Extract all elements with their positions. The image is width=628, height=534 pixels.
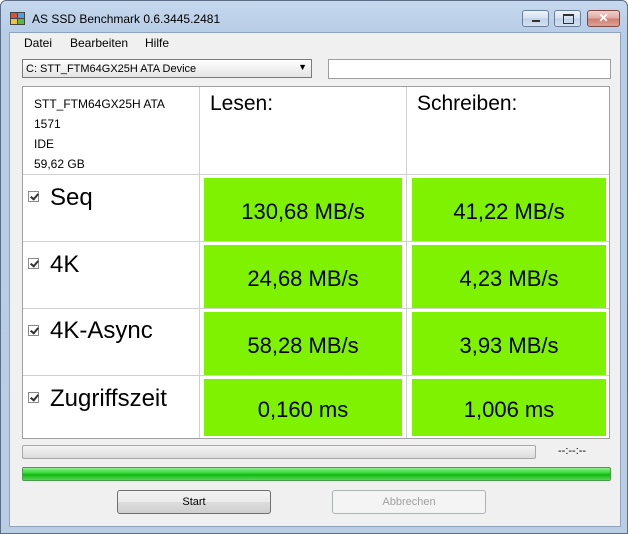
close-icon: ✕ [598,11,609,25]
title-bar[interactable]: AS SSD Benchmark 0.6.3445.2481 ✕ [1,1,627,35]
column-header-read: Lesen: [210,92,274,115]
result-4k-write: 4,23 MB/s [412,245,606,308]
checkbox-4k[interactable] [28,258,39,269]
app-window: AS SSD Benchmark 0.6.3445.2481 ✕ Datei B… [0,0,628,534]
checkbox-access-time[interactable] [28,392,39,403]
drive-info: STT_FTM64GX25H ATA 1571 IDE 59,62 GB [34,94,165,174]
start-button[interactable]: Start [117,490,271,514]
result-access-time-read: 0,160 ms [204,379,402,436]
menu-datei[interactable]: Datei [24,36,52,50]
result-4k-async-read: 58,28 MB/s [204,312,402,375]
app-icon [10,12,25,25]
result-seq-read: 130,68 MB/s [204,178,402,241]
row-label-4k: 4K [50,251,80,278]
info-text-field[interactable] [328,59,611,79]
device-select-value: C: STT_FTM64GX25H ATA Device [26,63,197,75]
menu-bar: Datei Bearbeiten Hilfe [10,33,620,54]
minimize-icon [532,20,540,22]
result-4k-read: 24,68 MB/s [204,245,402,308]
result-seq-write: 41,22 MB/s [412,178,606,241]
checkbox-4k-async[interactable] [28,325,39,336]
total-progress-fill [23,468,610,480]
menu-bearbeiten[interactable]: Bearbeiten [70,36,128,50]
chevron-down-icon[interactable]: ▼ [298,62,307,72]
row-label-4k-async: 4K-Async [50,317,153,344]
results-grid: STT_FTM64GX25H ATA 1571 IDE 59,62 GB Les… [22,86,610,439]
close-button[interactable]: ✕ [587,10,620,27]
result-access-time-write: 1,006 ms [412,379,606,436]
maximize-icon [563,14,574,24]
window-title: AS SSD Benchmark 0.6.3445.2481 [32,12,221,26]
minimize-button[interactable] [522,10,549,27]
result-4k-async-write: 3,93 MB/s [412,312,606,375]
total-progress-bar [22,467,611,481]
checkbox-seq[interactable] [28,191,39,202]
drive-model: STT_FTM64GX25H ATA [34,97,165,111]
drive-size: 59,62 GB [34,157,85,171]
abort-button[interactable]: Abbrechen [332,490,486,514]
row-label-seq: Seq [50,184,93,211]
device-select[interactable]: C: STT_FTM64GX25H ATA Device ▼ [22,59,312,78]
menu-hilfe[interactable]: Hilfe [145,36,169,50]
drive-driver: IDE [34,137,55,151]
column-header-write: Schreiben: [417,92,518,115]
main-panel: Datei Bearbeiten Hilfe C: STT_FTM64GX25H… [9,32,621,527]
drive-firmware: 1571 [34,117,61,131]
current-progress-bar [22,445,536,459]
maximize-button[interactable] [554,10,581,27]
elapsed-time: --:--:-- [558,445,587,457]
row-label-access-time: Zugriffszeit [50,385,167,412]
